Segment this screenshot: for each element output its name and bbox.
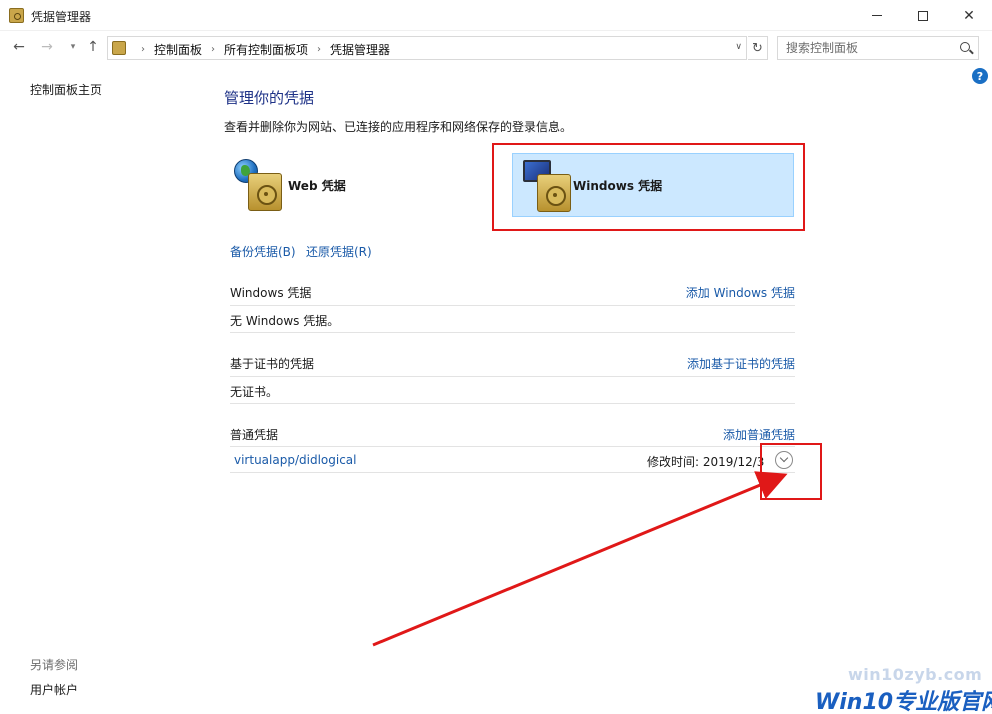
address-bar[interactable]: › 控制面板 › 所有控制面板项 › 凭据管理器 ∨ xyxy=(107,36,747,60)
web-credentials-label: Web 凭据 xyxy=(288,179,346,193)
divider xyxy=(230,332,795,333)
minimize-button[interactable] xyxy=(854,0,900,31)
page-description: 查看并删除你为网站、已连接的应用程序和网络保存的登录信息。 xyxy=(224,120,573,134)
help-icon[interactable]: ? xyxy=(972,68,988,84)
page-title: 管理你的凭据 xyxy=(224,89,315,107)
certificate-credentials-heading: 基于证书的凭据 xyxy=(230,357,315,371)
control-panel-icon xyxy=(112,41,126,55)
breadcrumb-separator-icon[interactable]: › xyxy=(211,44,215,55)
watermark-logo: Win10专业版官网 xyxy=(815,690,992,714)
breadcrumb: › 控制面板 › 所有控制面板项 › 凭据管理器 xyxy=(132,41,390,58)
recent-locations-button[interactable]: ▾ xyxy=(63,37,83,57)
add-certificate-credential-link[interactable]: 添加基于证书的凭据 xyxy=(687,355,795,372)
chevron-down-icon: ▾ xyxy=(70,42,76,52)
add-windows-credential-link[interactable]: 添加 Windows 凭据 xyxy=(686,284,795,301)
divider xyxy=(230,305,795,306)
breadcrumb-separator-icon: › xyxy=(141,44,145,55)
annotation-arrow xyxy=(372,471,788,647)
back-button[interactable]: ← xyxy=(9,37,29,57)
arrow-left-icon: ← xyxy=(13,39,25,55)
divider xyxy=(230,472,795,473)
title-bar: 凭据管理器 ✕ xyxy=(0,0,992,31)
search-icon[interactable] xyxy=(960,42,970,52)
minimize-icon xyxy=(872,15,882,16)
breadcrumb-credential-manager[interactable]: 凭据管理器 xyxy=(330,41,390,58)
watermark-url: win10zyb.com xyxy=(848,665,983,684)
search-input[interactable] xyxy=(778,37,948,59)
maximize-button[interactable] xyxy=(900,0,946,31)
generic-credential-name[interactable]: virtualapp/didlogical xyxy=(234,453,356,467)
see-also-heading: 另请参阅 xyxy=(30,658,79,672)
credential-manager-icon xyxy=(9,8,24,23)
add-generic-credential-link[interactable]: 添加普通凭据 xyxy=(723,426,795,443)
windows-credentials-empty-text: 无 Windows 凭据。 xyxy=(230,314,340,328)
forward-button[interactable]: → xyxy=(37,37,57,57)
vault-icon xyxy=(248,173,282,211)
maximize-icon xyxy=(918,10,928,21)
web-credentials-tile[interactable]: Web 凭据 xyxy=(230,153,430,217)
address-dropdown-icon[interactable]: ∨ xyxy=(735,42,742,52)
user-accounts-link[interactable]: 用户帐户 xyxy=(30,681,78,698)
breadcrumb-separator-icon[interactable]: › xyxy=(317,44,321,55)
windows-credentials-heading: Windows 凭据 xyxy=(230,286,312,300)
generic-credential-modified: 修改时间: 2019/12/3 xyxy=(647,455,765,469)
navigation-bar: ← → ▾ ↑ › 控制面板 › 所有控制面板项 › 凭据管理器 ∨ ↻ xyxy=(0,31,992,65)
certificate-credentials-empty-text: 无证书。 xyxy=(230,385,279,399)
control-panel-home-link[interactable]: 控制面板主页 xyxy=(30,81,102,98)
highlight-box-expand xyxy=(760,443,822,500)
divider xyxy=(230,376,795,377)
close-button[interactable]: ✕ xyxy=(946,0,992,31)
window-title: 凭据管理器 xyxy=(31,10,92,24)
generic-credentials-heading: 普通凭据 xyxy=(230,428,279,442)
arrow-up-icon: ↑ xyxy=(87,39,99,55)
divider xyxy=(230,403,795,404)
refresh-icon: ↻ xyxy=(752,40,763,56)
divider xyxy=(230,446,795,447)
highlight-box-windows-tile xyxy=(492,143,805,231)
backup-credentials-link[interactable]: 备份凭据(B) xyxy=(230,243,296,260)
arrow-right-icon: → xyxy=(41,39,53,55)
breadcrumb-all-items[interactable]: 所有控制面板项 xyxy=(224,41,308,58)
search-box[interactable] xyxy=(777,36,979,60)
restore-credentials-link[interactable]: 还原凭据(R) xyxy=(306,243,372,260)
close-icon: ✕ xyxy=(963,7,975,24)
breadcrumb-control-panel[interactable]: 控制面板 xyxy=(154,41,202,58)
refresh-button[interactable]: ↻ xyxy=(748,36,768,60)
up-button[interactable]: ↑ xyxy=(83,37,103,57)
